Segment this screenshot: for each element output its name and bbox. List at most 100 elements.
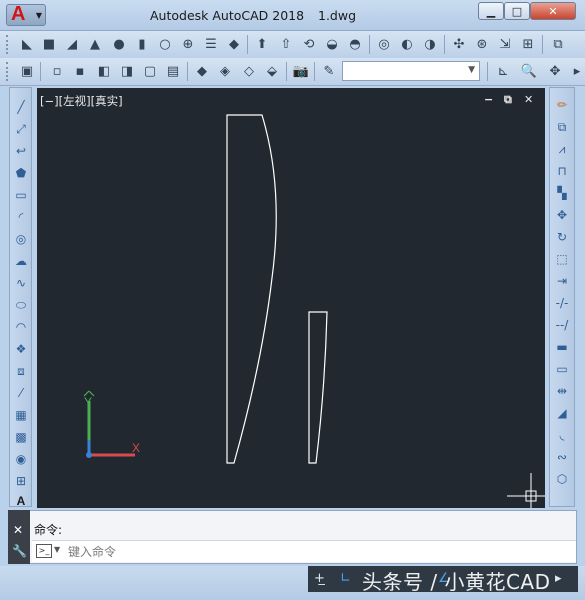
chevron-down-icon[interactable]: ▼ [54,545,60,554]
line-icon[interactable]: ╱ [12,98,30,116]
3d-move-icon[interactable]: ✣ [450,35,468,53]
viewport-minimize-button[interactable]: − [484,93,493,106]
pyramid-icon[interactable]: ⊕ [179,35,197,53]
nw-isometric-icon[interactable]: ⬙ [263,62,281,80]
table-icon[interactable]: ⊞ [12,472,30,490]
polysolid-icon[interactable]: ◣ [18,35,36,53]
circle-icon[interactable]: ◎ [12,230,30,248]
subtract-icon[interactable]: ◐ [398,35,416,53]
erase-icon[interactable]: ✏ [553,96,571,114]
customize-icon[interactable]: 🔧 [12,544,27,558]
window-minimize-button[interactable]: ▁ [478,2,504,20]
ortho-icon[interactable]: ∟ [340,571,351,586]
pan-icon[interactable]: ✥ [546,62,564,80]
extend-icon[interactable]: --/ [553,316,571,334]
chamfer-icon[interactable]: ◢ [553,404,571,422]
ellipse-icon[interactable]: ⬭ [12,296,30,314]
loft-icon[interactable]: ◓ [346,35,364,53]
point-icon[interactable]: ⁄ [12,384,30,402]
drawing-area[interactable]: Y X [37,88,545,508]
rectangle-icon[interactable]: ▭ [12,186,30,204]
3d-align-icon[interactable]: ⇲ [496,35,514,53]
array-icon[interactable]: ▚ [553,184,571,202]
viewport-restore-button[interactable]: ⧉ [504,93,512,107]
sphere-icon[interactable]: ● [110,35,128,53]
sweep-icon[interactable]: ⟲ [300,35,318,53]
multiline-text-icon[interactable]: A [12,492,30,510]
toolbar-separator [40,62,41,81]
cylinder-icon[interactable]: ▮ [133,35,151,53]
construction-line-icon[interactable]: ⤢ [12,120,30,138]
torus-icon[interactable]: ○ [156,35,174,53]
break-icon[interactable]: ▭ [553,360,571,378]
hatch-icon[interactable]: ▦ [12,406,30,424]
copy-icon[interactable]: ⧉ [553,118,571,136]
status-more-icon[interactable]: ▸ [555,571,562,586]
spline-icon[interactable]: ∿ [12,274,30,292]
insert-block-icon[interactable]: ❖ [12,340,30,358]
offset-icon[interactable]: ⊓ [553,162,571,180]
application-menu-button[interactable]: A ▼ [6,3,46,26]
close-command-line-icon[interactable]: ✕ [13,523,23,537]
3d-mirror-icon[interactable]: ⧉ [549,35,567,53]
region-icon[interactable]: ◉ [12,450,30,468]
viewport-close-button[interactable]: ✕ [524,93,533,106]
named-views-icon[interactable]: ▣ [18,62,36,80]
make-block-icon[interactable]: ⧈ [12,362,30,380]
sw-isometric-icon[interactable]: ◆ [193,62,211,80]
ucs-icon[interactable]: ⊾ [494,62,512,80]
profile-shape-small[interactable] [308,311,328,464]
bottom-view-icon[interactable]: ▪ [71,62,89,80]
profile-shape-large[interactable] [226,114,277,464]
mirror-icon[interactable]: ⩘ [553,140,571,158]
rotate-icon[interactable]: ↻ [553,228,571,246]
explode-icon[interactable]: ⬡ [553,470,571,488]
top-view-icon[interactable]: ▫ [48,62,66,80]
extrude-icon[interactable]: ⬆ [253,35,271,53]
front-view-icon[interactable]: ▢ [141,62,159,80]
blend-curves-icon[interactable]: ∾ [553,448,571,466]
presspull-icon[interactable]: ⇧ [277,35,295,53]
se-isometric-icon[interactable]: ◈ [216,62,234,80]
visual-style-icon[interactable]: ✎ [320,62,338,80]
toolbar-separator [369,35,370,54]
union-icon[interactable]: ◎ [375,35,393,53]
zoom-window-icon[interactable]: 🔍 [520,62,538,80]
camera-icon[interactable]: 📷 [292,62,310,80]
back-view-icon[interactable]: ▤ [164,62,182,80]
polygon-icon[interactable]: ⬟ [12,164,30,182]
intersect-icon[interactable]: ◑ [421,35,439,53]
command-prompt-icon[interactable]: >_ [36,544,52,558]
move-icon[interactable]: ✥ [553,206,571,224]
gradient-icon[interactable]: ▩ [12,428,30,446]
3d-array-icon[interactable]: ⊞ [519,35,537,53]
toolbar-grip[interactable] [6,62,11,81]
revolve-icon[interactable]: ◒ [323,35,341,53]
helix-icon[interactable]: ☰ [202,35,220,53]
visual-style-dropdown[interactable]: ▼ [342,61,480,81]
3d-rotate-icon[interactable]: ⊛ [473,35,491,53]
scale-icon[interactable]: ⬚ [553,250,571,268]
wedge-icon[interactable]: ◢ [63,35,81,53]
box-icon[interactable]: ■ [40,35,58,53]
arc-icon[interactable]: ◜ [12,208,30,226]
stretch-icon[interactable]: ⇥ [553,272,571,290]
cone-icon[interactable]: ▲ [86,35,104,53]
break-at-point-icon[interactable]: ▬ [553,338,571,356]
toolbar-grip[interactable] [6,35,11,54]
window-close-button[interactable]: ✕ [530,2,576,20]
ellipse-arc-icon[interactable]: ◠ [12,318,30,336]
planar-surface-icon[interactable]: ◆ [225,35,243,53]
left-view-icon[interactable]: ◧ [95,62,113,80]
fillet-icon[interactable]: ◟ [553,426,571,444]
polyline-icon[interactable]: ↩ [12,142,30,160]
revision-cloud-icon[interactable]: ☁ [12,252,30,270]
right-view-icon[interactable]: ◨ [118,62,136,80]
window-maximize-button[interactable]: □ [504,2,530,20]
model-space-icon[interactable]: +̲ [314,571,325,586]
more-tools-icon[interactable]: ▸ [568,62,585,80]
trim-icon[interactable]: -/- [553,294,571,312]
viewport-label[interactable]: [−][左视][真实] [40,93,123,109]
join-icon[interactable]: ⇹ [553,382,571,400]
ne-isometric-icon[interactable]: ◇ [240,62,258,80]
